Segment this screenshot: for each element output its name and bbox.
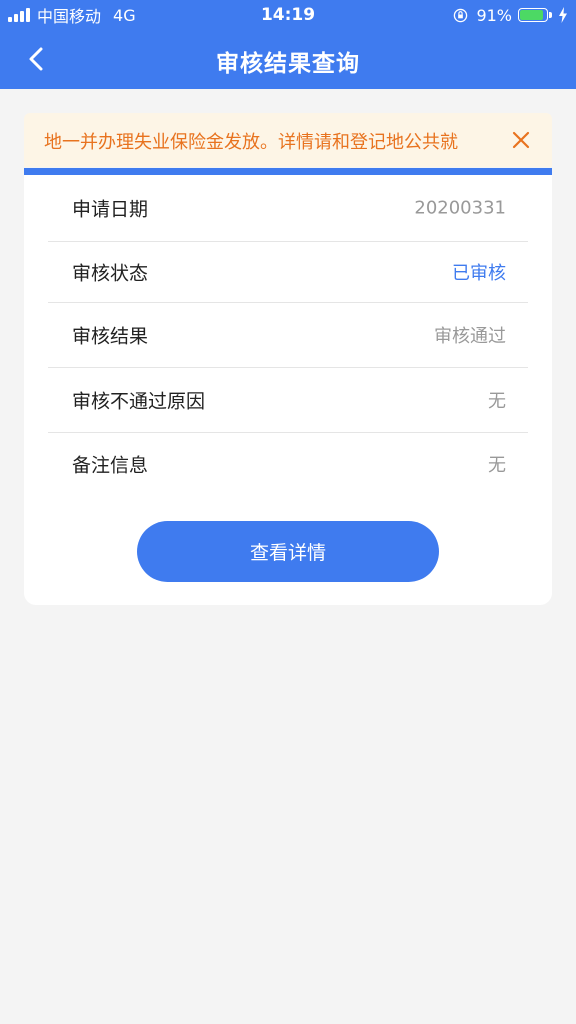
row-reject-reason: 审核不通过原因 无 [48,367,528,433]
reject-reason-value: 无 [488,390,506,412]
battery-percent: 91% [476,5,512,25]
status-right: 91% [453,5,568,25]
remarks-value: 无 [488,455,506,476]
review-status-label: 审核状态 [72,262,149,284]
apply-date-value: 20200331 [414,197,506,219]
app-header: 中国移动 4G 14:19 91% 审核结果查询 [0,0,576,89]
status-bar: 中国移动 4G 14:19 91% [0,0,576,30]
notice-banner: 地一并办理失业保险金发放。详情请和登记地公共就 [24,113,552,167]
orientation-lock-icon [454,8,468,22]
notice-text: 地一并办理失业保险金发放。详情请和登记地公共就 [44,132,458,153]
result-card: 申请日期 20200331 审核状态 已审核 审核结果 审核通过 审核不通过原因… [24,168,552,605]
apply-date-label: 申请日期 [72,198,149,221]
page-title: 审核结果查询 [216,51,360,77]
battery-level [520,10,544,20]
row-remarks: 备注信息 无 [48,432,528,496]
nav-bar: 审核结果查询 [0,30,576,89]
row-review-result: 审核结果 审核通过 [48,302,528,368]
charging-icon [559,7,567,23]
review-status-value: 已审核 [452,262,506,284]
reject-reason-label: 审核不通过原因 [72,390,206,412]
close-icon[interactable] [510,129,532,151]
battery-icon [518,8,552,22]
row-review-status: 审核状态 已审核 [48,241,528,303]
review-result-label: 审核结果 [72,325,149,347]
review-result-value: 审核通过 [434,325,506,347]
remarks-label: 备注信息 [72,454,149,477]
view-details-button[interactable]: 查看详情 [137,521,439,582]
row-apply-date: 申请日期 20200331 [48,175,528,242]
